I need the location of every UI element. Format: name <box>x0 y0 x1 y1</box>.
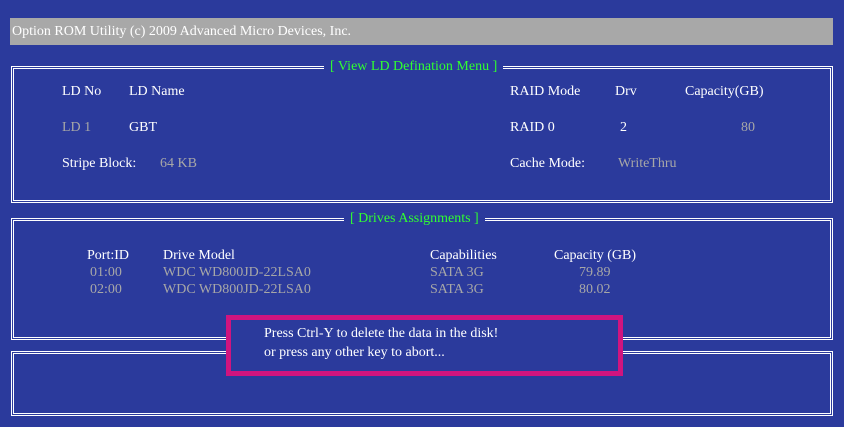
dialog-line-1: Press Ctrl-Y to delete the data in the d… <box>264 326 499 341</box>
header-drv: Drv <box>615 84 637 99</box>
cache-mode-label: Cache Mode: <box>510 156 586 171</box>
ld-name: GBT <box>129 120 157 135</box>
bios-screen: Option ROM Utility (c) 2009 Advanced Mic… <box>0 0 844 427</box>
drive-port-2: 02:00 <box>90 282 122 297</box>
title-bar: Option ROM Utility (c) 2009 Advanced Mic… <box>10 18 833 45</box>
drive-model-1: WDC WD800JD-22LSA0 <box>163 265 311 280</box>
drive-capabilities-1: SATA 3G <box>430 265 484 280</box>
delete-confirmation-dialog: Press Ctrl-Y to delete the data in the d… <box>226 315 623 376</box>
header-ld-name: LD Name <box>129 84 185 99</box>
header-drive-capacity: Capacity (GB) <box>554 248 637 263</box>
drives-panel-title: [ Drives Assignments ] <box>344 211 485 227</box>
header-ld-no: LD No <box>62 84 102 99</box>
ld-drive-count: 2 <box>620 120 627 135</box>
dialog-line-2: or press any other key to abort... <box>264 345 445 360</box>
header-capabilities: Capabilities <box>430 248 497 263</box>
stripe-block-label: Stripe Block: <box>62 156 137 171</box>
ld-number: LD 1 <box>62 120 92 135</box>
drive-capacity-2: 80.02 <box>579 282 611 297</box>
drive-capacity-1: 79.89 <box>579 265 611 280</box>
drive-model-2: WDC WD800JD-22LSA0 <box>163 282 311 297</box>
ld-panel-title: [ View LD Defination Menu ] <box>324 59 504 75</box>
stripe-block-value: 64 KB <box>160 156 197 171</box>
cache-mode-value: WriteThru <box>618 156 677 171</box>
header-raid-mode: RAID Mode <box>510 84 581 99</box>
drive-port-1: 01:00 <box>90 265 122 280</box>
ld-definition-panel: [ View LD Defination Menu ] LD No LD Nam… <box>11 59 833 203</box>
ld-raid-mode: RAID 0 <box>510 120 555 135</box>
ld-capacity: 80 <box>741 120 755 135</box>
header-capacity: Capacity(GB) <box>685 84 764 99</box>
header-drive-model: Drive Model <box>163 248 235 263</box>
drive-capabilities-2: SATA 3G <box>430 282 484 297</box>
header-port-id: Port:ID <box>87 248 129 263</box>
